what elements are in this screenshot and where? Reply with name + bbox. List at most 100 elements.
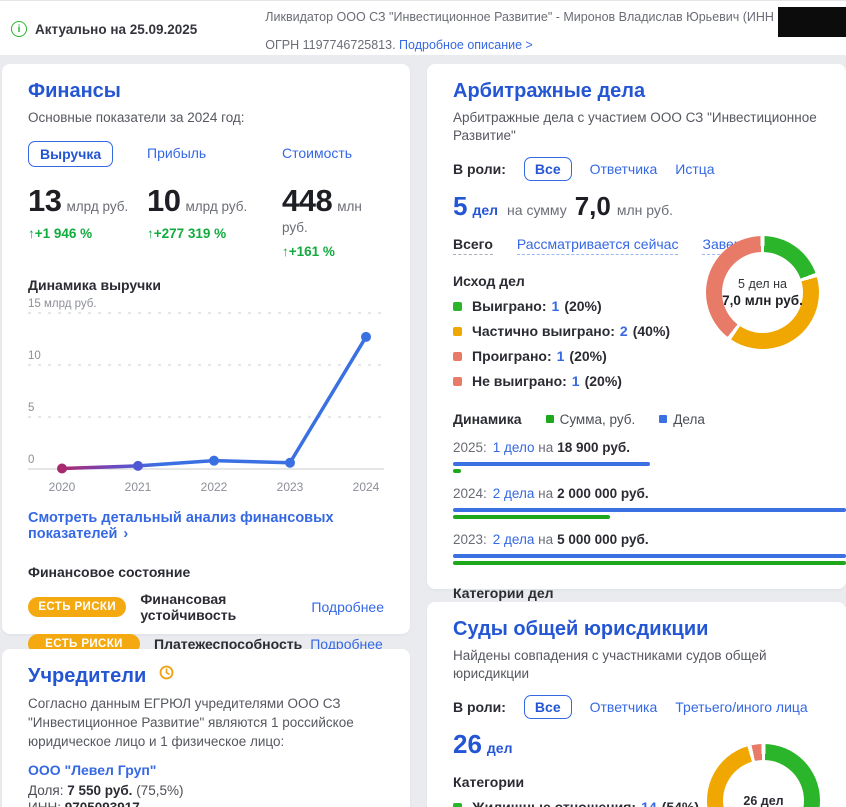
arbitration-role-filter: В роли: Все Ответчика Истца	[453, 157, 820, 181]
state-more-link[interactable]: Подробнее	[311, 599, 384, 615]
arbitration-subtitle: Арбитражные дела с участием ООО СЗ "Инве…	[453, 109, 820, 145]
role-defendant[interactable]: Ответчика	[590, 161, 658, 177]
case-categories-title: Категории дел	[453, 585, 820, 601]
chevron-right-icon: ›	[123, 526, 128, 542]
founder-company-share: Доля: 7 550 руб. (75,5%)	[28, 783, 384, 798]
arbitration-card: Арбитражные дела Арбитражные дела с учас…	[427, 64, 846, 589]
tab-profit[interactable]: Прибыль	[147, 145, 206, 161]
finance-detail-link[interactable]: Смотреть детальный анализ финансовых пок…	[28, 510, 384, 542]
year-row-2025: 2025:1 дело на18 900 руб.	[453, 440, 820, 473]
founder-company-link[interactable]: ООО "Левел Груп"	[28, 762, 384, 778]
svg-text:2021: 2021	[125, 480, 152, 494]
role-plaintiff[interactable]: Истца	[675, 161, 714, 177]
liquidator-text-before: Ликвидатор ООО СЗ "Инвестиционное Развит…	[265, 9, 774, 26]
actuality-banner: i Актуально на 25.09.2025 Ликвидатор ООО…	[0, 0, 846, 55]
courts-subtitle: Найдены совпадения с участниками судов о…	[453, 647, 820, 683]
courts-cases-count: 26	[453, 729, 482, 760]
legend-square	[453, 377, 462, 386]
revenue-chart-title: Динамика выручки	[28, 277, 384, 293]
metric-revenue-unit: млрд руб.	[66, 199, 128, 214]
metric-value-change: ↑+161 %	[282, 244, 384, 259]
year-cases-link[interactable]: 2 дела	[493, 486, 535, 501]
legend-square	[453, 302, 462, 311]
svg-text:5: 5	[28, 402, 34, 414]
legend-sum: Сумма, руб.	[540, 412, 636, 427]
risk-badge: ЕСТЬ РИСКИ	[28, 597, 126, 617]
legend-square	[453, 352, 462, 361]
role-all[interactable]: Все	[524, 695, 572, 719]
outcome-lost: Проиграно: 1 (20%)	[453, 348, 703, 364]
legend-square	[659, 415, 667, 423]
svg-text:2023: 2023	[277, 480, 304, 494]
finance-subtitle: Основные показатели за 2024 год:	[28, 109, 384, 127]
tab-in-progress[interactable]: Рассматривается сейчас	[517, 236, 679, 255]
founders-title: Учредители	[28, 665, 146, 687]
year-cases-link[interactable]: 1 дело	[493, 440, 535, 455]
metric-value-value: 448	[282, 183, 332, 218]
svg-text:0: 0	[28, 454, 34, 466]
financial-state-title: Финансовое состояние	[28, 564, 384, 580]
svg-text:10: 10	[28, 350, 41, 362]
clock-icon	[159, 665, 174, 685]
state-label: Финансовая устойчивость	[140, 591, 303, 623]
role-third-party[interactable]: Третьего/иного лица	[675, 699, 807, 715]
finance-metrics: 13 млрд руб. ↑+1 946 % 10 млрд руб. ↑+277 …	[28, 183, 384, 259]
legend-cases: Дела	[653, 412, 705, 427]
metric-profit: 10 млрд руб. ↑+277 319 %	[147, 183, 282, 259]
metric-profit-change: ↑+277 319 %	[147, 226, 282, 241]
role-defendant[interactable]: Ответчика	[590, 699, 658, 715]
role-label: В роли:	[453, 699, 506, 715]
arbitration-count-row: 5 дел на сумму 7,0 млн руб.	[453, 191, 820, 222]
full-description-link[interactable]: Подробное описание >	[399, 38, 533, 52]
cases-sum: 7,0	[575, 191, 611, 222]
role-label: В роли:	[453, 161, 506, 177]
outcome-partially-won: Частично выиграно: 2 (40%)	[453, 323, 703, 339]
category-housing: Жилищные отношения: 14 (54%)	[453, 799, 713, 807]
legend-square	[453, 803, 462, 807]
metric-value: 448млн руб. ↑+161 %	[282, 183, 384, 259]
metric-profit-value: 10	[147, 183, 180, 218]
ogrn-text: ОГРН 1197746725813.	[265, 38, 395, 52]
legend-square	[453, 327, 462, 336]
cases-bar	[453, 462, 650, 466]
revenue-line-chart: 15 млрд руб.105020202021202220232024	[28, 293, 384, 506]
year-cases-link[interactable]: 2 дела	[493, 532, 535, 547]
tab-value[interactable]: Стоимость	[282, 145, 352, 161]
courts-role-filter: В роли: Все Ответчика Третьего/иного лиц…	[453, 695, 820, 719]
metric-revenue-change: ↑+1 946 %	[28, 226, 147, 241]
cases-count: 5	[453, 191, 467, 222]
info-icon: i	[11, 21, 27, 37]
role-all[interactable]: Все	[524, 157, 572, 181]
courts-title: Суды общей юрисдикции	[453, 618, 820, 641]
founder-company-inn: ИНН: 9705093917	[28, 800, 384, 807]
cases-bar	[453, 508, 846, 512]
sum-bar	[453, 469, 461, 473]
founders-description: Согласно данным ЕГРЮЛ учредителями ООО С…	[28, 694, 384, 751]
metric-revenue-value: 13	[28, 183, 61, 218]
finance-card: Финансы Основные показатели за 2024 год:…	[2, 64, 410, 634]
year-row-2023: 2023:2 дела на5 000 000 руб.	[453, 532, 820, 565]
tab-total[interactable]: Всего	[453, 236, 493, 255]
outcome-not-won: Не выиграно: 1 (20%)	[453, 373, 703, 389]
arbitration-donut-chart: 5 дел на 7,0 млн руб.	[706, 236, 819, 349]
metric-revenue: 13 млрд руб. ↑+1 946 %	[28, 183, 147, 259]
redaction-box	[778, 7, 846, 37]
dynamics-header: Динамика Сумма, руб. Дела	[453, 411, 820, 427]
tab-revenue[interactable]: Выручка	[28, 141, 113, 167]
courts-card: Суды общей юрисдикции Найдены совпадения…	[427, 602, 846, 807]
metric-profit-unit: млрд руб.	[185, 199, 247, 214]
liquidator-description: Ликвидатор ООО СЗ "Инвестиционное Развит…	[265, 9, 846, 54]
year-row-2024: 2024:2 дела на2 000 000 руб.	[453, 486, 820, 519]
finance-title: Финансы	[28, 80, 384, 103]
outcome-won: Выиграно: 1 (20%)	[453, 298, 703, 314]
finance-tabs: Выручка Прибыль Стоимость	[28, 141, 384, 167]
founders-card: Учредители Согласно данным ЕГРЮЛ учредит…	[2, 649, 410, 807]
legend-square	[546, 415, 554, 423]
sum-bar	[453, 515, 610, 519]
svg-text:2024: 2024	[353, 480, 380, 494]
cases-bar	[453, 554, 846, 558]
svg-text:15 млрд руб.: 15 млрд руб.	[28, 298, 97, 310]
arbitration-title: Арбитражные дела	[453, 80, 820, 103]
actuality-date: Актуально на 25.09.2025	[35, 22, 197, 37]
sum-bar	[453, 561, 846, 565]
